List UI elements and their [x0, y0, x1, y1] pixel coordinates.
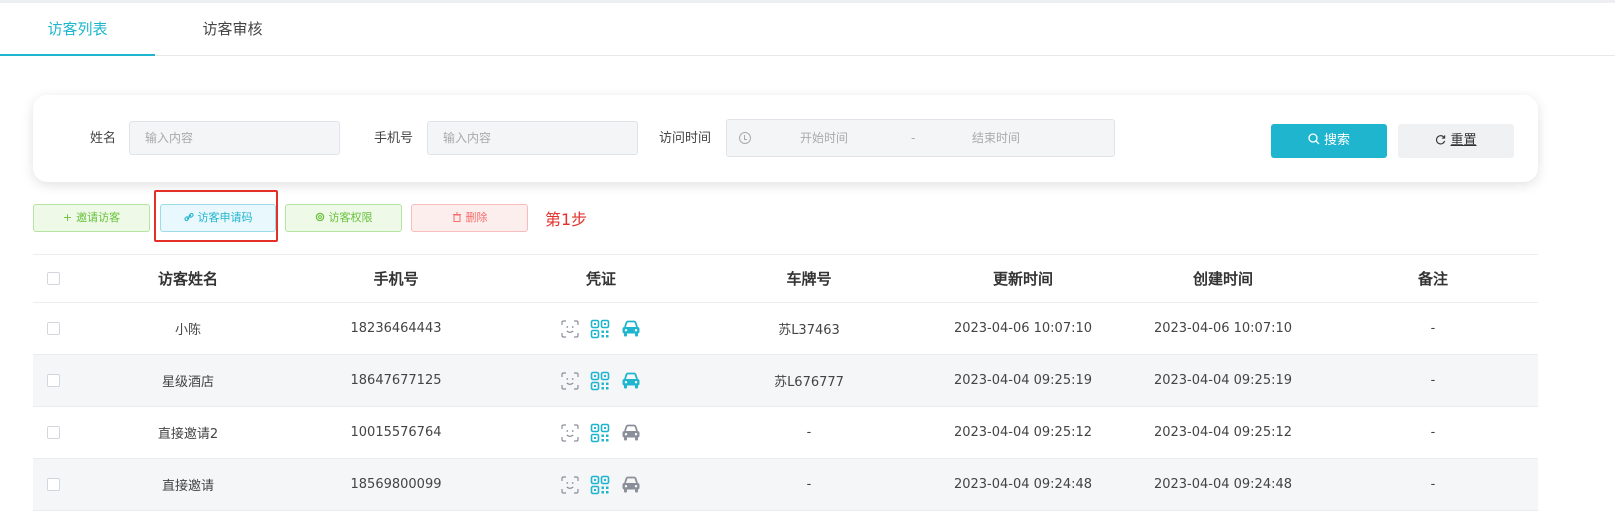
face-id-icon[interactable] — [560, 319, 580, 339]
refresh-icon — [1436, 135, 1446, 145]
visit-time-label: 访问时间 — [659, 131, 712, 146]
end-time-placeholder[interactable]: 结束时间 — [972, 120, 1020, 156]
header-updated-time: 更新时间 — [992, 270, 1053, 288]
plate-cell: - — [806, 477, 812, 492]
reset-button-label: 重置 — [1450, 133, 1477, 148]
row-checkbox[interactable] — [47, 478, 60, 491]
visitor-table: 访客姓名 手机号 凭证 车牌号 更新时间 创建时间 备注 小陈 182364644… — [33, 254, 1538, 511]
visitor-permission-label: 访客权限 — [328, 211, 373, 224]
plate-cell: 苏L676777 — [774, 375, 844, 390]
face-id-icon[interactable] — [560, 475, 580, 495]
row-checkbox[interactable] — [47, 322, 60, 335]
phone-cell: 18569800099 — [350, 477, 442, 492]
visit-time-range-picker[interactable]: 开始时间 - 结束时间 — [726, 119, 1115, 157]
face-id-icon[interactable] — [560, 423, 580, 443]
tab-visitor-list[interactable]: 访客列表 — [0, 3, 155, 56]
row-checkbox[interactable] — [47, 426, 60, 439]
plate-cell: 苏L37463 — [778, 323, 840, 338]
header-visitor-name: 访客姓名 — [157, 270, 218, 288]
phone-cell: 18647677125 — [350, 373, 442, 388]
visitor-permission-button[interactable]: 访客权限 — [285, 204, 402, 232]
name-input[interactable] — [129, 121, 340, 155]
created-time-cell: 2023-04-04 09:24:48 — [1153, 477, 1293, 492]
phone-cell: 18236464443 — [350, 321, 442, 336]
updated-time-cell: 2023-04-04 09:25:12 — [953, 425, 1093, 440]
phone-input[interactable] — [427, 121, 638, 155]
note-cell: - — [1430, 321, 1436, 336]
note-cell: - — [1430, 373, 1436, 388]
start-time-placeholder[interactable]: 开始时间 — [800, 120, 848, 156]
created-time-cell: 2023-04-04 09:25:12 — [1153, 425, 1293, 440]
updated-time-cell: 2023-04-06 10:07:10 — [953, 321, 1093, 336]
phone-cell: 10015576764 — [350, 425, 442, 440]
updated-time-cell: 2023-04-04 09:25:19 — [953, 373, 1093, 388]
settings-icon — [315, 212, 324, 222]
highlight-box — [154, 190, 278, 242]
table-row[interactable]: 直接邀请 18569800099 - 2023-04-04 09:24:48 2023-… — [33, 459, 1538, 511]
visitor-name-cell: 星级酒店 — [161, 375, 214, 390]
qr-code-icon[interactable] — [590, 319, 610, 339]
visitor-name-cell: 直接邀请 — [161, 479, 214, 494]
qr-code-icon[interactable] — [590, 475, 610, 495]
tab-visitor-review[interactable]: 访客审核 — [180, 3, 285, 55]
credential-cell — [526, 459, 676, 510]
search-button-label: 搜索 — [1323, 133, 1350, 148]
updated-time-cell: 2023-04-04 09:24:48 — [953, 477, 1093, 492]
row-checkbox[interactable] — [47, 374, 60, 387]
tab-bar: 访客列表 访客审核 — [0, 3, 1615, 56]
car-icon[interactable] — [620, 319, 642, 339]
search-icon — [1308, 133, 1320, 145]
qr-code-icon[interactable] — [590, 371, 610, 391]
step-annotation: 第1步 — [545, 210, 588, 229]
note-cell: - — [1430, 477, 1436, 492]
credential-cell — [526, 355, 676, 406]
table-row[interactable]: 小陈 18236464443 苏L37463 2023-04-06 10:07:10 2… — [33, 303, 1538, 355]
credential-cell — [526, 407, 676, 458]
header-note: 备注 — [1417, 270, 1448, 288]
plate-cell: - — [806, 425, 812, 440]
created-time-cell: 2023-04-06 10:07:10 — [1153, 321, 1293, 336]
visitor-name-cell: 直接邀请2 — [157, 427, 219, 442]
phone-label: 手机号 — [374, 131, 414, 146]
header-phone: 手机号 — [373, 270, 419, 288]
trash-icon — [452, 212, 461, 222]
invite-visitor-label: 邀请访客 — [76, 211, 121, 224]
delete-label: 删除 — [465, 211, 488, 224]
range-separator: - — [911, 131, 916, 145]
car-icon[interactable] — [620, 475, 642, 495]
delete-button[interactable]: 删除 — [411, 204, 528, 232]
header-credential: 凭证 — [585, 270, 616, 288]
table-body: 小陈 18236464443 苏L37463 2023-04-06 10:07:10 2… — [33, 303, 1538, 511]
header-plate: 车牌号 — [786, 270, 832, 288]
header-created-time: 创建时间 — [1192, 270, 1253, 288]
plus-icon: + — [62, 211, 73, 224]
clock-icon — [739, 132, 751, 144]
qr-code-icon[interactable] — [590, 423, 610, 443]
name-label: 姓名 — [90, 131, 117, 146]
car-icon[interactable] — [620, 423, 642, 443]
created-time-cell: 2023-04-04 09:25:19 — [1153, 373, 1293, 388]
invite-visitor-button[interactable]: + 邀请访客 — [33, 204, 150, 232]
note-cell: - — [1430, 425, 1436, 440]
table-row[interactable]: 直接邀请2 10015576764 - 2023-04-04 09:25:12 2023… — [33, 407, 1538, 459]
credential-cell — [526, 303, 676, 354]
search-button[interactable]: 搜索 — [1271, 124, 1387, 158]
reset-button[interactable]: 重置 — [1398, 124, 1514, 158]
search-panel: 姓名 手机号 访问时间 开始时间 - 结束时间 搜索 重置 — [33, 95, 1538, 182]
table-header-row: 访客姓名 手机号 凭证 车牌号 更新时间 创建时间 备注 — [33, 254, 1538, 303]
table-row[interactable]: 星级酒店 18647677125 苏L676777 2023-04-04 09:25:… — [33, 355, 1538, 407]
select-all-checkbox[interactable] — [47, 272, 60, 285]
visitor-name-cell: 小陈 — [174, 323, 201, 338]
face-id-icon[interactable] — [560, 371, 580, 391]
car-icon[interactable] — [620, 371, 642, 391]
